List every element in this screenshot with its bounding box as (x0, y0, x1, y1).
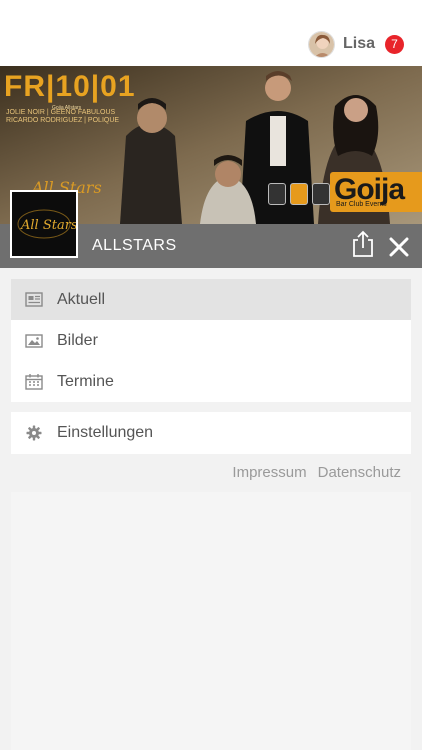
menu-item-bilder[interactable]: Bilder (11, 320, 411, 361)
menu-item-label: Bilder (57, 331, 98, 349)
partner-logos (268, 183, 330, 205)
avatar[interactable] (307, 30, 335, 58)
partner-logo (312, 183, 330, 205)
datenschutz-link[interactable]: Datenschutz (318, 464, 401, 481)
menu-item-einstellungen[interactable]: Einstellungen (11, 412, 411, 453)
impressum-link[interactable]: Impressum (232, 464, 306, 481)
share-button[interactable] (350, 230, 376, 258)
user-name[interactable]: Lisa (343, 35, 375, 53)
event-date: FR|10|01 (4, 70, 136, 103)
menu-item-termine[interactable]: Termine (11, 361, 411, 402)
close-icon (389, 237, 409, 257)
share-icon (353, 230, 373, 257)
notification-badge[interactable]: 7 (385, 34, 404, 54)
partner-logo (290, 183, 308, 205)
partner-logo (268, 183, 286, 205)
settings-menu: Einstellungen (11, 412, 411, 454)
image-icon (25, 332, 43, 350)
svg-text:All Stars: All Stars (20, 218, 76, 233)
event-lineup: JOLIE NOIR | GEENO FABULOUS RICARDO RODR… (6, 109, 120, 124)
page-thumbnail[interactable]: All Stars (10, 190, 78, 258)
footer-links: Impressum Datenschutz (232, 464, 401, 481)
thumbnail-logo: All Stars (12, 192, 76, 256)
page-title: ALLSTARS (92, 237, 177, 254)
menu-item-aktuell[interactable]: Aktuell (11, 279, 411, 320)
brand-tagline: Bar Club Events (336, 201, 387, 208)
gear-icon (25, 424, 43, 442)
calendar-icon (25, 373, 43, 391)
top-bar: Lisa 7 (0, 0, 422, 66)
close-button[interactable] (386, 234, 412, 260)
menu-item-label: Einstellungen (57, 423, 154, 441)
menu-item-label: Aktuell (57, 290, 106, 308)
menu-item-label: Termine (57, 372, 114, 390)
brand-logo: Goija Bar Club Events (330, 172, 422, 212)
newspaper-icon (25, 291, 43, 309)
user-menu[interactable]: Lisa 7 (307, 30, 404, 58)
content-area (11, 492, 411, 750)
navigation-menu: Aktuell Bilder Termine (11, 279, 411, 402)
